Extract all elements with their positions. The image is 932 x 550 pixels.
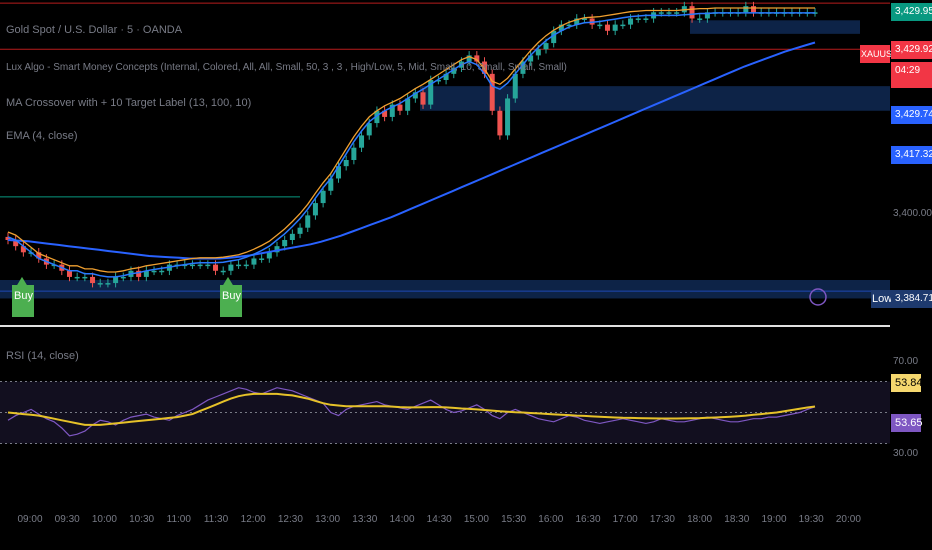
x-tick-label: 11:30: [204, 514, 229, 525]
candle-body: [243, 264, 249, 267]
candle-body: [151, 270, 157, 273]
ma-slow-line: [7, 41, 816, 260]
candle-body: [635, 18, 641, 20]
legend-indicator3: EMA (4, close): [6, 130, 78, 142]
candle-body: [97, 283, 103, 285]
x-tick-label: 17:00: [613, 514, 638, 525]
x-tick-label: 16:00: [538, 514, 563, 525]
x-tick-label: 19:00: [761, 514, 786, 525]
x-tick-label: 15:30: [501, 514, 526, 525]
low-value-tag: 3,384.715: [891, 290, 932, 308]
x-tick-label: 10:00: [92, 514, 117, 525]
candle-body: [105, 283, 111, 285]
candle-body: [743, 6, 749, 13]
supply-zone: [690, 20, 860, 34]
x-tick-label: 11:00: [167, 514, 192, 525]
countdown-tag: 04:29: [891, 62, 932, 88]
candle-body: [266, 252, 272, 259]
price-level-3400: 3,400.000: [893, 208, 932, 219]
candle-body: [120, 276, 126, 279]
buy-label-1: Buy: [12, 285, 34, 317]
candle-body: [113, 276, 119, 284]
rsi-value-tag: 53.65: [891, 414, 923, 432]
candle-body: [213, 264, 219, 271]
legend-indicator1: Lux Algo - Smart Money Concepts (Interna…: [6, 62, 567, 73]
buy-label-2: Buy: [220, 285, 242, 317]
x-tick-label: 20:00: [836, 514, 861, 525]
x-tick-label: 12:30: [278, 514, 303, 525]
candle-body: [205, 264, 211, 267]
x-tick-label: 18:00: [687, 514, 712, 525]
candle-body: [497, 110, 503, 136]
candle-body: [90, 276, 96, 284]
candle-body: [643, 18, 649, 20]
candle-body: [197, 264, 203, 267]
rsi-upper-level: 70.00: [893, 356, 919, 367]
legend-indicator2: MA Crossover with + 10 Target Label (13,…: [6, 97, 252, 109]
price-tag-top: 3,429.955: [891, 3, 932, 21]
candle-body: [397, 104, 403, 111]
candle-body: [620, 24, 626, 27]
x-tick-label: 19:30: [799, 514, 824, 525]
x-tick-label: 09:30: [55, 514, 80, 525]
candle-body: [658, 12, 664, 14]
candle-body: [289, 233, 295, 240]
candle-body: [689, 6, 695, 19]
candle-body: [297, 227, 303, 234]
x-tick-label: 13:00: [315, 514, 340, 525]
low-label: Low: [871, 290, 892, 308]
candle-body: [259, 258, 265, 260]
candle-body: [674, 12, 680, 14]
x-tick-label: 09:00: [17, 514, 42, 525]
candle-body: [697, 18, 703, 20]
candle-body: [543, 43, 549, 50]
candle-body: [312, 203, 318, 216]
x-tick-label: 12:00: [241, 514, 266, 525]
candle-body: [282, 240, 288, 247]
x-tick-label: 13:30: [352, 514, 377, 525]
price-tag-current: 3,429.925: [891, 41, 932, 59]
candle-body: [189, 264, 195, 267]
symbol-tag: XAUUSD: [860, 45, 899, 63]
x-tick-label: 15:00: [464, 514, 489, 525]
candle-body: [251, 258, 257, 265]
ema-line: [7, 12, 815, 278]
candle-body: [597, 24, 603, 27]
candle-body: [359, 135, 365, 148]
candle-body: [420, 92, 426, 105]
candle-body: [343, 160, 349, 167]
candle-body: [612, 24, 618, 31]
candle-body: [74, 276, 80, 279]
candle-body: [228, 264, 234, 271]
candle-body: [505, 98, 511, 136]
candle-body: [512, 73, 518, 99]
x-tick-label: 16:30: [575, 514, 600, 525]
low-zone: [0, 280, 890, 299]
x-tick-label: 18:30: [724, 514, 749, 525]
rsi-lower-level: 30.00: [893, 448, 919, 459]
candle-body: [305, 215, 311, 228]
x-tick-label: 10:30: [129, 514, 154, 525]
price-tag-blue1: 3,429.746: [891, 106, 932, 124]
rsi-ma-tag: 53.84: [891, 374, 923, 392]
x-tick-label: 14:00: [389, 514, 414, 525]
legend-rsi: RSI (14, close): [6, 350, 79, 362]
x-tick-label: 14:30: [427, 514, 452, 525]
x-tick-label: 17:30: [650, 514, 675, 525]
price-tag-blue2: 3,417.320: [891, 146, 932, 164]
candle-body: [159, 270, 165, 273]
candle-body: [82, 276, 88, 279]
ma-fast-line: [7, 7, 815, 273]
candle-body: [628, 18, 634, 25]
candle-body: [604, 24, 610, 31]
legend-symbol: Gold Spot / U.S. Dollar · 5 · OANDA: [6, 24, 183, 36]
candle-body: [320, 190, 326, 204]
candle-body: [220, 270, 226, 273]
candle-body: [751, 6, 757, 13]
candle-body: [666, 12, 672, 14]
candle-body: [66, 270, 72, 277]
candle-body: [351, 147, 357, 160]
chart-canvas[interactable]: 09:00 09:30 10:00 10:30 11:00 11:30 12:00 12:30…: [0, 0, 932, 550]
candle-body: [236, 264, 242, 267]
